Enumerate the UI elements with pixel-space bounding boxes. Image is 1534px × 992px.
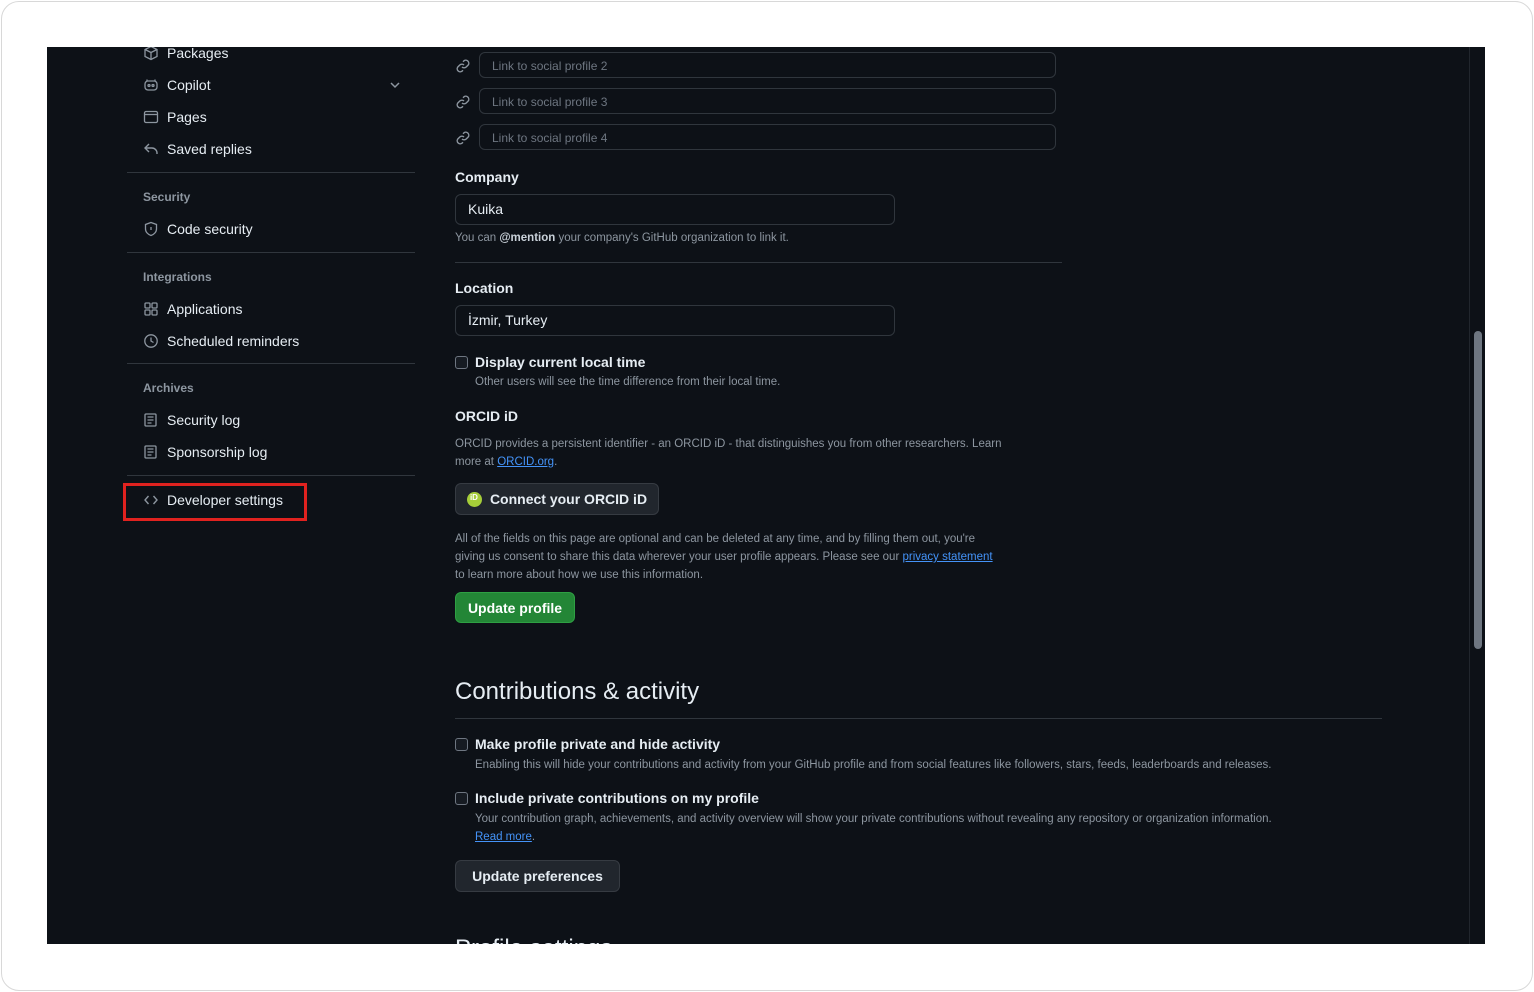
contributions-heading: Contributions & activity: [455, 678, 700, 705]
reply-icon: [143, 141, 159, 157]
clock-icon: [143, 333, 159, 349]
link-icon: [455, 58, 471, 74]
package-icon: [143, 47, 159, 61]
read-more-link[interactable]: Read more: [475, 831, 532, 843]
sidebar-item-pages[interactable]: Pages: [143, 104, 403, 130]
location-label: Location: [455, 280, 514, 296]
link-icon: [455, 94, 471, 110]
private-profile-label: Make profile private and hide activity: [475, 736, 721, 752]
github-settings-screen: Packages Copilot Pages Saved replies Sec…: [47, 47, 1485, 944]
location-input[interactable]: İzmir, Turkey: [455, 305, 895, 336]
sidebar-divider: [127, 252, 415, 253]
sidebar-divider: [127, 172, 415, 173]
private-profile-note: Enabling this will hide your contributio…: [475, 759, 1272, 771]
sidebar-item-label: Security log: [167, 412, 241, 428]
consent-note: All of the fields on this page are optio…: [455, 533, 993, 581]
update-profile-button[interactable]: Update profile: [455, 592, 575, 623]
section-divider: [455, 262, 1062, 263]
orcid-title: ORCID iD: [455, 408, 518, 424]
sidebar-group-security: Security: [143, 190, 191, 204]
highlight-box: [123, 483, 307, 521]
sidebar-divider: [127, 363, 415, 364]
social-link-input-3[interactable]: Link to social profile 3: [479, 88, 1056, 114]
sidebar-item-sponsorship-log[interactable]: Sponsorship log: [143, 439, 403, 465]
scrollbar[interactable]: [1469, 47, 1485, 944]
social-link-row: Link to social profile 3: [455, 88, 1058, 116]
sidebar-item-copilot[interactable]: Copilot: [143, 72, 403, 98]
copilot-icon: [143, 77, 159, 93]
link-icon: [455, 130, 471, 146]
sidebar-group-archives: Archives: [143, 381, 194, 395]
sidebar-item-label: Code security: [167, 221, 253, 237]
browser-icon: [143, 109, 159, 125]
private-profile-checkbox[interactable]: [455, 738, 468, 751]
connect-orcid-button[interactable]: Connect your ORCID iD: [455, 483, 659, 515]
local-time-note: Other users will see the time difference…: [475, 376, 781, 388]
local-time-label: Display current local time: [475, 354, 646, 370]
sidebar-item-packages[interactable]: Packages: [143, 47, 403, 66]
sidebar-item-label: Scheduled reminders: [167, 333, 300, 349]
company-input[interactable]: Kuika: [455, 194, 895, 225]
include-private-label: Include private contributions on my prof…: [475, 790, 759, 806]
sidebar-item-code-security[interactable]: Code security: [143, 216, 403, 242]
social-link-input-4[interactable]: Link to social profile 4: [479, 124, 1056, 150]
company-note: You can @mention your company's GitHub o…: [455, 232, 789, 244]
sidebar-item-saved-replies[interactable]: Saved replies: [143, 136, 403, 162]
sidebar-item-security-log[interactable]: Security log: [143, 407, 403, 433]
sidebar-item-label: Copilot: [167, 77, 211, 93]
orcid-link[interactable]: ORCID.org: [497, 456, 554, 468]
company-label: Company: [455, 169, 519, 185]
scrollbar-thumb[interactable]: [1474, 331, 1482, 649]
sidebar-divider: [127, 475, 415, 476]
include-private-checkbox[interactable]: [455, 792, 468, 805]
social-link-input-2[interactable]: Link to social profile 2: [479, 52, 1056, 78]
sidebar-item-label: Applications: [167, 301, 243, 317]
orcid-icon: [466, 491, 482, 507]
sidebar-item-applications[interactable]: Applications: [143, 296, 403, 322]
sidebar-item-label: Sponsorship log: [167, 444, 268, 460]
social-link-row: Link to social profile 4: [455, 124, 1058, 152]
profile-settings-heading-partial: Profile settings: [455, 935, 612, 944]
privacy-statement-link[interactable]: privacy statement: [902, 551, 992, 563]
sidebar-item-label: Packages: [167, 47, 229, 61]
log-icon: [143, 412, 159, 428]
sidebar-item-label: Pages: [167, 109, 207, 125]
log-icon: [143, 444, 159, 460]
section-divider: [455, 718, 1382, 719]
sidebar-item-scheduled-reminders[interactable]: Scheduled reminders: [143, 328, 403, 354]
apps-icon: [143, 301, 159, 317]
shield-icon: [143, 221, 159, 237]
sidebar-item-label: Saved replies: [167, 141, 252, 157]
chevron-down-icon[interactable]: [387, 77, 403, 93]
connect-orcid-label: Connect your ORCID iD: [489, 491, 648, 507]
social-link-row: Link to social profile 2: [455, 52, 1058, 80]
update-preferences-button[interactable]: Update preferences: [455, 860, 620, 892]
local-time-checkbox[interactable]: [455, 356, 468, 369]
orcid-note: ORCID provides a persistent identifier -…: [455, 438, 1002, 468]
include-private-note: Your contribution graph, achievements, a…: [475, 813, 1272, 843]
sidebar-group-integrations: Integrations: [143, 270, 212, 284]
